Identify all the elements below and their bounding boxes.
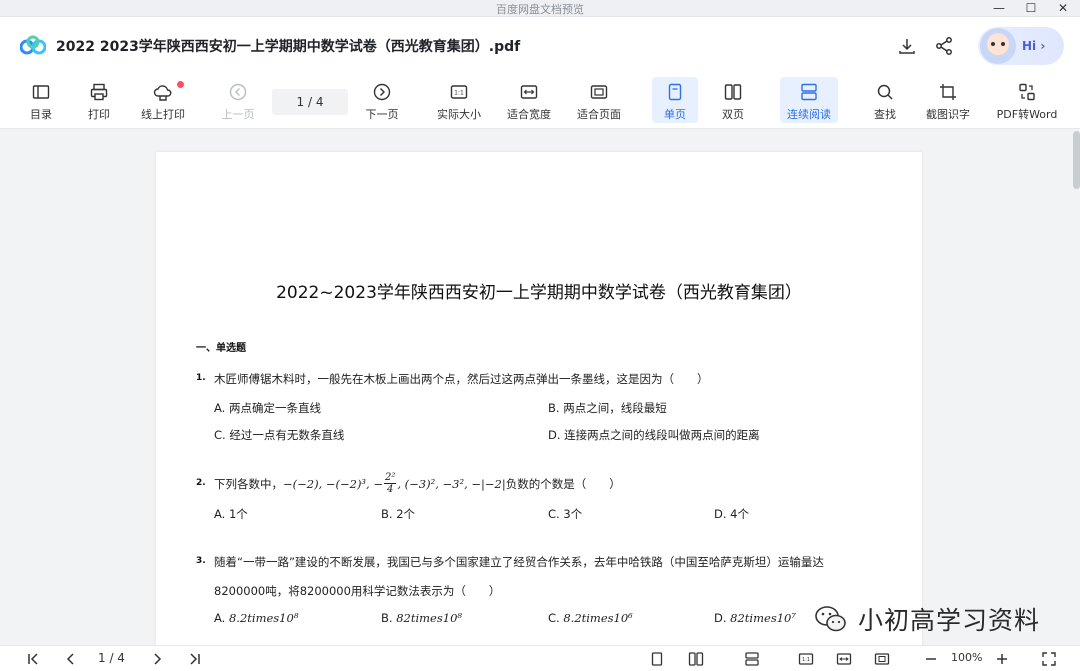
- first-page-icon[interactable]: [24, 649, 42, 668]
- baidu-netdisk-logo-icon: [20, 35, 46, 55]
- question-number: 1.: [196, 373, 206, 383]
- share-icon[interactable]: [933, 35, 955, 57]
- q2-option-a: A. 1个: [214, 507, 248, 521]
- actual-size-button[interactable]: 1:1 实际大小: [434, 77, 484, 123]
- window-title: 百度网盘文档预览: [496, 3, 584, 16]
- q3-option-a: A. 8.2times10⁸: [214, 611, 299, 625]
- q1-option-b: B. 两点之间，线段最短: [548, 401, 667, 415]
- avatar: [980, 28, 1016, 64]
- zoom-level[interactable]: 100%: [951, 651, 982, 664]
- search-icon: [877, 84, 893, 100]
- online-print-button[interactable]: 线上打印: [137, 77, 189, 123]
- question-3-line-2: 8200000吨，将8200000用科学记数法表示为（ ）: [214, 584, 501, 598]
- watermark-text: 小初高学习资料: [858, 606, 1041, 635]
- prev-page-button[interactable]: 上一页: [218, 77, 258, 123]
- fit-width-icon[interactable]: [834, 649, 854, 668]
- q2-option-d: D. 4个: [714, 507, 749, 521]
- zoom-in-icon[interactable]: [993, 649, 1011, 668]
- document-viewport[interactable]: 2022~2023学年陕西西安初一上学期期中数学试卷（西光教育集团） 一、单选题…: [0, 129, 1080, 645]
- question-1-text: 木匠师傅锯木料时，一般先在木板上画出两个点，然后过这两点弹出一条墨线，这是因为（…: [214, 372, 709, 386]
- bottom-bar: 1 / 4 1:1 100%: [0, 645, 1080, 671]
- q3-option-c: C. 8.2times10⁶: [548, 611, 633, 625]
- toc-icon: [32, 85, 50, 99]
- close-icon[interactable]: ✕: [1054, 0, 1072, 16]
- fullscreen-icon[interactable]: [1040, 649, 1058, 668]
- double-page-icon[interactable]: [686, 649, 706, 668]
- next-page-icon[interactable]: [148, 649, 166, 668]
- single-page-icon[interactable]: [648, 649, 666, 668]
- actual-size-icon[interactable]: 1:1: [796, 649, 816, 668]
- q2-option-c: C. 3个: [548, 507, 583, 521]
- file-header: 2022 2023学年陕西西安初一上学期期中数学试卷（西光教育集团）.pdf H…: [0, 17, 1080, 73]
- document-page: 2022~2023学年陕西西安初一上学期期中数学试卷（西光教育集团） 一、单选题…: [156, 152, 922, 645]
- section-heading: 一、单选题: [196, 343, 246, 354]
- question-2-text: 下列各数中， −(−2), −(−2)³, − 2² 4 , (−3)², −3…: [214, 472, 621, 495]
- notification-dot: [177, 81, 184, 88]
- wechat-icon: [815, 606, 846, 632]
- continuous-read-icon: [801, 83, 817, 101]
- file-title: 2022 2023学年陕西西安初一上学期期中数学试卷（西光教育集团）.pdf: [56, 39, 521, 55]
- fit-width-icon: [520, 85, 538, 99]
- fit-page-icon: [590, 85, 608, 99]
- question-number: 3.: [196, 556, 206, 566]
- svg-text:1:1: 1:1: [802, 657, 810, 663]
- find-button[interactable]: 查找: [868, 77, 902, 123]
- cloud-print-icon: [153, 85, 172, 101]
- svg-text:1:1: 1:1: [454, 90, 464, 97]
- assistant-button[interactable]: Hi ›: [978, 27, 1064, 65]
- question-3-line-1: 随着“一带一路”建设的不断发展，我国已与多个国家建立了经贸合作关系，去年中哈铁路…: [214, 555, 824, 569]
- question-number: 2.: [196, 478, 206, 488]
- double-page-button[interactable]: 双页: [714, 77, 752, 123]
- fraction-denominator: 4: [387, 484, 394, 495]
- maximize-icon[interactable]: ☐: [1022, 0, 1040, 16]
- q1-option-a: A. 两点确定一条直线: [214, 401, 321, 415]
- document-title: 2022~2023学年陕西西安初一上学期期中数学试卷（西光教育集团）: [276, 283, 802, 303]
- prev-circle-icon: [229, 83, 247, 101]
- fraction-numerator: 2²: [384, 472, 397, 484]
- fit-width-button[interactable]: 适合宽度: [504, 77, 554, 123]
- q3-option-b: B. 82times10⁸: [381, 611, 462, 625]
- hi-label: Hi ›: [1022, 39, 1046, 53]
- prev-page-icon[interactable]: [62, 649, 80, 668]
- printer-icon: [90, 83, 108, 101]
- pdf-to-word-button[interactable]: PDF转Word: [994, 77, 1060, 123]
- continuous-read-button[interactable]: 连续阅读: [780, 77, 838, 123]
- fit-page-button[interactable]: 适合页面: [574, 77, 624, 123]
- fit-page-icon[interactable]: [872, 649, 892, 668]
- q2-expression-2: , (−3)², −3², −|−2|: [397, 476, 506, 491]
- toc-button[interactable]: 目录: [26, 77, 56, 123]
- continuous-read-icon[interactable]: [742, 649, 762, 668]
- q2-expression-1: −(−2), −(−2)³, −: [283, 476, 383, 491]
- actual-size-icon: 1:1: [450, 85, 468, 99]
- vertical-scrollbar[interactable]: [1073, 131, 1080, 189]
- window-title-bar: 百度网盘文档预览 — ☐ ✕: [0, 0, 1080, 17]
- print-button[interactable]: 打印: [84, 77, 114, 123]
- minimize-icon[interactable]: —: [990, 0, 1008, 16]
- q1-option-d: D. 连接两点之间的线段叫做两点间的距离: [548, 428, 760, 442]
- last-page-icon[interactable]: [186, 649, 204, 668]
- single-page-icon: [668, 83, 682, 101]
- watermark: 小初高学习资料: [814, 601, 1040, 637]
- q2-fraction: 2² 4: [384, 472, 397, 495]
- crop-text-icon: [940, 84, 956, 100]
- next-page-button[interactable]: 下一页: [362, 77, 402, 123]
- ocr-button[interactable]: 截图识字: [922, 77, 974, 123]
- q3-option-d: D. 82times10⁷: [714, 611, 796, 625]
- next-circle-icon: [373, 83, 391, 101]
- q2-suffix: 负数的个数是（ ）: [505, 476, 621, 491]
- q2-prefix: 下列各数中，: [214, 476, 283, 491]
- download-icon[interactable]: [896, 35, 918, 57]
- convert-icon: [1019, 83, 1035, 101]
- single-page-button[interactable]: 单页: [652, 77, 698, 123]
- bottom-page-indicator[interactable]: 1 / 4: [98, 651, 125, 665]
- page-indicator[interactable]: 1 / 4: [272, 89, 348, 115]
- double-page-icon: [724, 84, 742, 100]
- toolbar: 目录 打印 线上打印 上一页 1 / 4 下一页 1:1 实际大小 适合宽度 适…: [0, 73, 1080, 129]
- q1-option-c: C. 经过一点有无数条直线: [214, 428, 345, 442]
- q2-option-b: B. 2个: [381, 507, 416, 521]
- zoom-out-icon[interactable]: [922, 649, 940, 668]
